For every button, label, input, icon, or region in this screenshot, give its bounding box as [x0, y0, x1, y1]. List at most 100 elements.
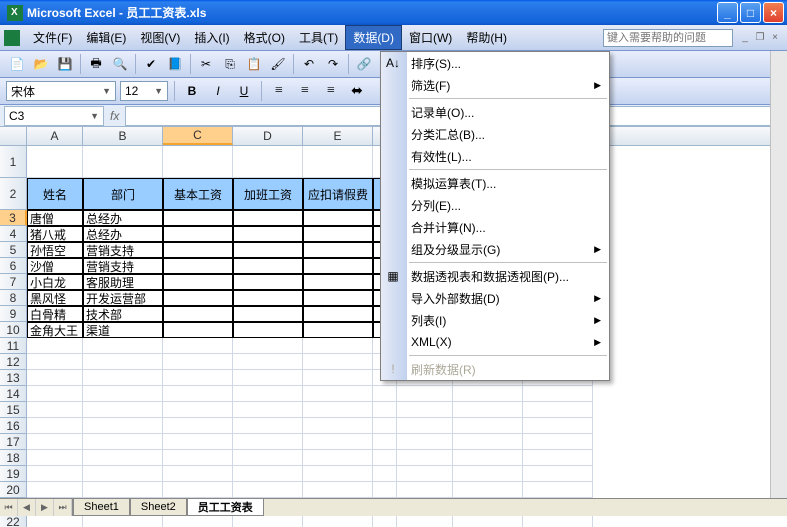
preview-icon[interactable]: 🔍 [109, 53, 131, 75]
cell[interactable]: 技术部 [83, 306, 163, 322]
print-icon[interactable]: 🖶 [85, 53, 107, 75]
row-header[interactable]: 6 [0, 258, 27, 274]
row-header[interactable]: 17 [0, 434, 27, 450]
menu-window[interactable]: 窗口(W) [402, 26, 459, 49]
menu-group[interactable]: 组及分级显示(G)▶ [381, 238, 609, 260]
cell[interactable] [27, 386, 83, 402]
name-box[interactable]: C3▼ [4, 106, 104, 126]
cell[interactable] [373, 402, 397, 418]
cell[interactable] [523, 466, 593, 482]
cell[interactable] [163, 418, 233, 434]
cell[interactable] [163, 258, 233, 274]
link-icon[interactable]: 🔗 [353, 53, 375, 75]
tab-last-icon[interactable]: ⏭ [54, 499, 72, 516]
cell[interactable] [303, 466, 373, 482]
cell[interactable] [453, 386, 523, 402]
tab-next-icon[interactable]: ▶ [36, 499, 54, 516]
menu-edit[interactable]: 编辑(E) [79, 26, 133, 49]
menu-validation[interactable]: 有效性(L)... [381, 145, 609, 167]
open-icon[interactable]: 📂 [30, 53, 52, 75]
cell[interactable] [397, 418, 453, 434]
cell[interactable]: 基本工资 [163, 178, 233, 210]
research-icon[interactable]: 📘 [164, 53, 186, 75]
cell[interactable] [163, 210, 233, 226]
cell[interactable] [373, 434, 397, 450]
cell[interactable] [233, 354, 303, 370]
paste-icon[interactable]: 📋 [243, 53, 265, 75]
cell[interactable] [303, 242, 373, 258]
save-icon[interactable]: 💾 [54, 53, 76, 75]
cell[interactable] [397, 466, 453, 482]
row-header[interactable]: 4 [0, 226, 27, 242]
cell[interactable] [453, 402, 523, 418]
cell[interactable] [27, 370, 83, 386]
cell[interactable] [233, 386, 303, 402]
cell[interactable] [163, 306, 233, 322]
row-header[interactable]: 3 [0, 210, 27, 226]
undo-icon[interactable]: ↶ [298, 53, 320, 75]
cell[interactable] [303, 482, 373, 498]
cell[interactable] [373, 418, 397, 434]
cell[interactable] [373, 466, 397, 482]
redo-icon[interactable]: ↷ [322, 53, 344, 75]
help-search-input[interactable] [603, 29, 733, 47]
cell[interactable] [163, 290, 233, 306]
cell[interactable]: 客服助理 [83, 274, 163, 290]
new-icon[interactable]: 📄 [6, 53, 28, 75]
cell[interactable]: 小白龙 [27, 274, 83, 290]
cell[interactable] [83, 434, 163, 450]
cell[interactable] [453, 418, 523, 434]
cell[interactable] [233, 146, 303, 178]
menu-file[interactable]: 文件(F) [26, 26, 79, 49]
col-header-B[interactable]: B [83, 127, 163, 145]
cell[interactable] [27, 466, 83, 482]
cell[interactable] [303, 306, 373, 322]
cell[interactable] [233, 370, 303, 386]
menu-filter[interactable]: 筛选(F)▶ [381, 74, 609, 96]
cell[interactable] [303, 338, 373, 354]
cell[interactable] [233, 466, 303, 482]
col-header-A[interactable]: A [27, 127, 83, 145]
row-header[interactable]: 2 [0, 178, 27, 210]
merge-button[interactable]: ⬌ [346, 80, 368, 102]
cell[interactable] [233, 274, 303, 290]
cell[interactable] [233, 482, 303, 498]
row-header[interactable]: 10 [0, 322, 27, 338]
tab-prev-icon[interactable]: ◀ [18, 499, 36, 516]
menu-data[interactable]: 数据(D) [345, 25, 402, 50]
row-header[interactable]: 12 [0, 354, 27, 370]
cell[interactable] [453, 434, 523, 450]
cell[interactable] [453, 466, 523, 482]
cell[interactable] [163, 386, 233, 402]
cell[interactable] [163, 354, 233, 370]
cell[interactable] [83, 466, 163, 482]
cell[interactable]: 白骨精 [27, 306, 83, 322]
cell[interactable]: 营销支持 [83, 258, 163, 274]
cell[interactable] [303, 434, 373, 450]
cell[interactable] [83, 354, 163, 370]
cell[interactable] [233, 258, 303, 274]
cell[interactable] [303, 274, 373, 290]
cell[interactable] [523, 482, 593, 498]
cell[interactable]: 开发运营部 [83, 290, 163, 306]
menu-form[interactable]: 记录单(O)... [381, 101, 609, 123]
row-header[interactable]: 9 [0, 306, 27, 322]
cell[interactable] [83, 146, 163, 178]
row-header[interactable]: 8 [0, 290, 27, 306]
cell[interactable] [303, 370, 373, 386]
cell[interactable]: 猪八戒 [27, 226, 83, 242]
cell[interactable] [83, 482, 163, 498]
cell[interactable] [303, 322, 373, 338]
cell[interactable] [83, 450, 163, 466]
row-header[interactable]: 16 [0, 418, 27, 434]
menu-xml[interactable]: XML(X)▶ [381, 331, 609, 353]
cell[interactable] [27, 146, 83, 178]
cell[interactable] [233, 242, 303, 258]
row-header[interactable]: 7 [0, 274, 27, 290]
cell[interactable] [303, 290, 373, 306]
menu-list[interactable]: 列表(I)▶ [381, 309, 609, 331]
align-center-button[interactable]: ≡ [294, 80, 316, 102]
cell[interactable] [163, 274, 233, 290]
cell[interactable] [397, 386, 453, 402]
cell[interactable] [163, 226, 233, 242]
